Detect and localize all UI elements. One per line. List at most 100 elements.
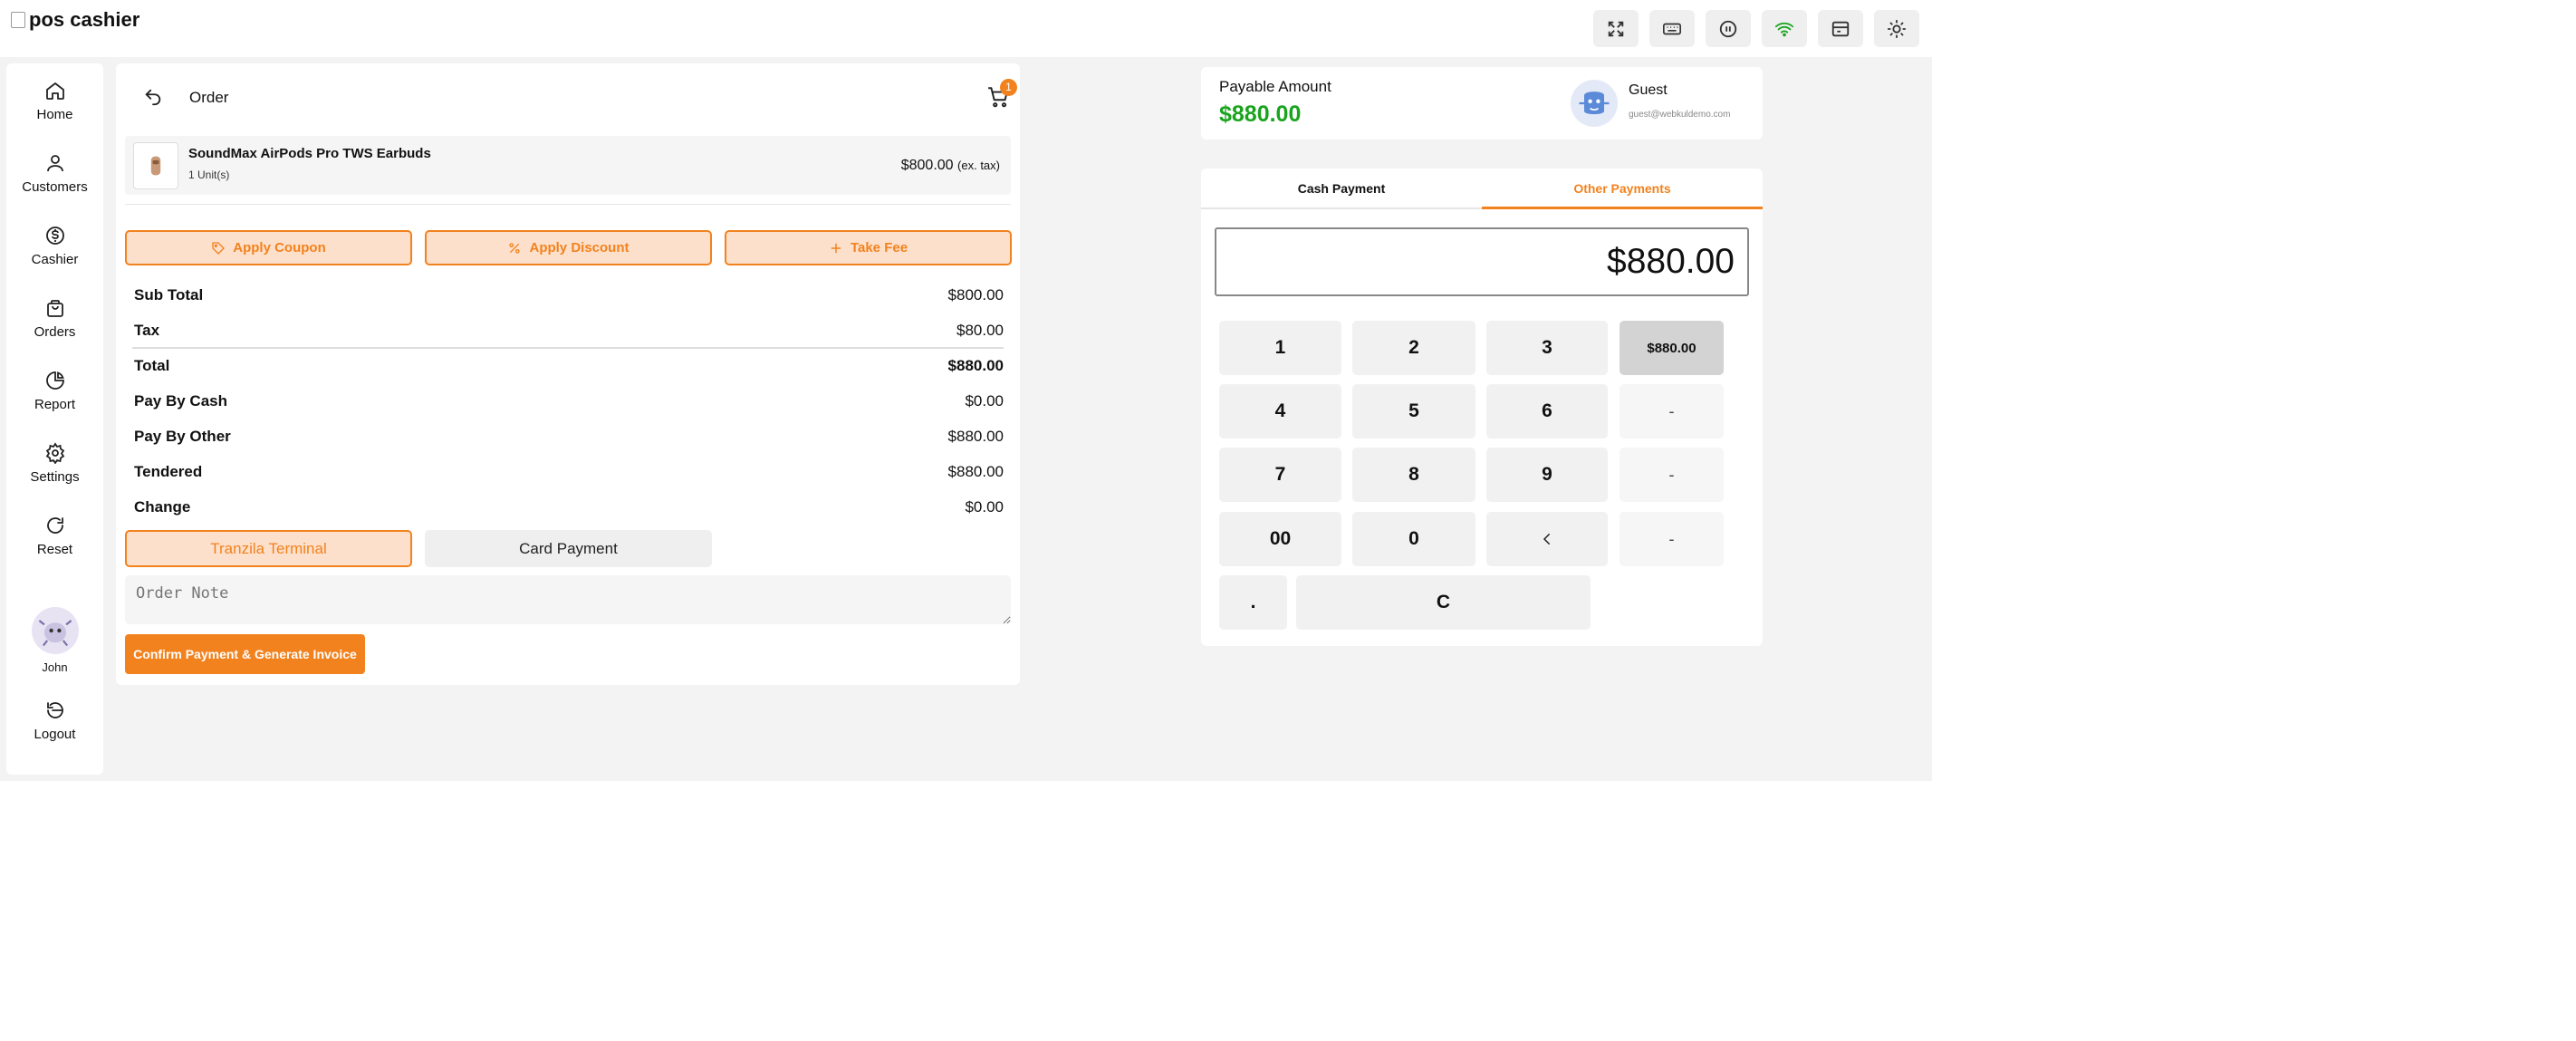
key-9[interactable]: 9: [1486, 448, 1608, 502]
key-1[interactable]: 1: [1219, 321, 1341, 375]
tag-icon: [212, 241, 226, 255]
item-price: $800.00 (ex. tax): [901, 158, 1000, 174]
sidebar-item-label: Home: [36, 107, 73, 122]
sidebar: Home Customers Cashier Orders Report Set…: [6, 63, 103, 775]
pause-button[interactable]: [1706, 10, 1751, 47]
summary-value: $0.00: [965, 498, 1004, 516]
quick-amount-empty-key[interactable]: -: [1620, 448, 1724, 502]
item-price-note: (ex. tax): [957, 159, 1000, 172]
payable-label: Payable Amount: [1219, 78, 1331, 95]
key-6[interactable]: 6: [1486, 384, 1608, 439]
register-icon: [1831, 21, 1850, 36]
apply-discount-label: Apply Discount: [529, 240, 630, 255]
summary-label: Pay By Cash: [134, 392, 227, 410]
sidebar-item-report[interactable]: Report: [6, 370, 103, 412]
apply-coupon-button[interactable]: Apply Coupon: [125, 230, 412, 265]
key-4[interactable]: 4: [1219, 384, 1341, 439]
summary-label: Total: [134, 357, 170, 374]
key-00[interactable]: 00: [1219, 512, 1341, 566]
register-button[interactable]: [1818, 10, 1863, 47]
keyboard-icon: [1663, 23, 1681, 34]
fullscreen-button[interactable]: [1593, 10, 1639, 47]
key-decimal[interactable]: .: [1219, 575, 1287, 630]
bag-icon: [46, 300, 63, 317]
order-title: Order: [189, 89, 229, 106]
take-fee-button[interactable]: Take Fee: [725, 230, 1012, 265]
theme-sun-icon: [1887, 19, 1907, 38]
cart-item-row[interactable]: SoundMax AirPods Pro TWS Earbuds 1 Unit(…: [125, 136, 1011, 195]
quick-amount-key[interactable]: $880.00: [1620, 321, 1724, 375]
order-header: Order 1: [116, 63, 1020, 127]
pos-app: pos cashier Home Customers Cashier Order…: [0, 0, 1932, 781]
order-note-input[interactable]: [125, 575, 1011, 624]
confirm-payment-button[interactable]: Confirm Payment & Generate Invoice: [125, 634, 365, 674]
dollar-icon: [45, 227, 64, 245]
summary-row-total: Total $880.00: [134, 357, 1004, 375]
summary-value: $880.00: [947, 357, 1004, 374]
top-bar: pos cashier: [0, 0, 1932, 57]
guest-email: guest@webkuldemo.com: [1629, 110, 1731, 120]
apply-discount-button[interactable]: Apply Discount: [425, 230, 712, 265]
wifi-button[interactable]: [1762, 10, 1807, 47]
user-icon: [46, 155, 63, 172]
logout-label: Logout: [34, 727, 76, 742]
keyboard-button[interactable]: [1649, 10, 1695, 47]
back-icon[interactable]: [143, 87, 163, 107]
sidebar-item-orders[interactable]: Orders: [6, 297, 103, 340]
user-name: John: [42, 660, 68, 674]
summary-row-subtotal: Sub Total $800.00: [134, 286, 1004, 304]
key-7[interactable]: 7: [1219, 448, 1341, 502]
summary-value: $800.00: [947, 286, 1004, 304]
home-icon: [45, 82, 64, 100]
sidebar-item-label: Reset: [36, 542, 73, 557]
summary-row-pay-by-other: Pay By Other $880.00: [134, 428, 1004, 446]
sidebar-item-cashier[interactable]: Cashier: [6, 225, 103, 267]
wifi-icon: [1774, 22, 1794, 36]
sidebar-item-label: Orders: [34, 324, 76, 340]
fullscreen-icon: [1608, 21, 1624, 36]
key-3[interactable]: 3: [1486, 321, 1608, 375]
gear-icon: [45, 442, 64, 464]
avatar-icon: [38, 620, 72, 647]
key-5[interactable]: 5: [1352, 384, 1475, 439]
amount-display[interactable]: $880.00: [1215, 227, 1749, 296]
pause-icon: [1719, 20, 1737, 37]
payable-card: Payable Amount $880.00 Guest guest@webku…: [1201, 67, 1763, 140]
logo: pos cashier: [11, 8, 139, 32]
key-0[interactable]: 0: [1352, 512, 1475, 566]
backspace-key[interactable]: [1486, 512, 1608, 566]
summary-label: Change: [134, 498, 191, 516]
quick-amount-empty-key[interactable]: -: [1620, 512, 1724, 566]
divider: [125, 204, 1011, 205]
logo-alt-text: pos cashier: [29, 8, 140, 31]
logout-button[interactable]: Logout: [6, 699, 103, 742]
summary-value: $880.00: [947, 463, 1004, 480]
theme-toggle-button[interactable]: [1874, 10, 1919, 47]
guest-name: Guest: [1629, 82, 1668, 98]
key-8[interactable]: 8: [1352, 448, 1475, 502]
quick-amount-empty-key[interactable]: -: [1620, 384, 1724, 439]
tab-other-payments[interactable]: Other Payments: [1482, 169, 1763, 209]
sidebar-item-settings[interactable]: Settings: [6, 442, 103, 485]
tab-cash-payment[interactable]: Cash Payment: [1201, 169, 1482, 209]
key-2[interactable]: 2: [1352, 321, 1475, 375]
sidebar-item-customers[interactable]: Customers: [6, 152, 103, 195]
payment-method-tranzila[interactable]: Tranzila Terminal: [125, 530, 412, 567]
payment-method-card[interactable]: Card Payment: [425, 530, 712, 567]
summary-row-pay-by-cash: Pay By Cash $0.00: [134, 392, 1004, 410]
earbuds-product-icon: [150, 156, 161, 176]
clear-key[interactable]: C: [1296, 575, 1591, 630]
sidebar-user[interactable]: John: [6, 607, 103, 675]
sidebar-item-label: Settings: [30, 469, 80, 485]
sidebar-item-label: Customers: [22, 179, 88, 195]
guest-avatar[interactable]: [1571, 80, 1618, 127]
sidebar-item-reset[interactable]: Reset: [6, 515, 103, 557]
guest-avatar-icon: [1579, 92, 1610, 115]
summary-divider: [132, 347, 1004, 349]
broken-image-icon: [11, 12, 25, 28]
summary-row-tax: Tax $80.00: [134, 322, 1004, 340]
plus-icon: [831, 243, 841, 253]
summary-value: $80.00: [956, 322, 1004, 339]
payment-keypad-card: Cash Payment Other Payments $880.00 1 2 …: [1201, 169, 1763, 646]
sidebar-item-home[interactable]: Home: [6, 80, 103, 122]
